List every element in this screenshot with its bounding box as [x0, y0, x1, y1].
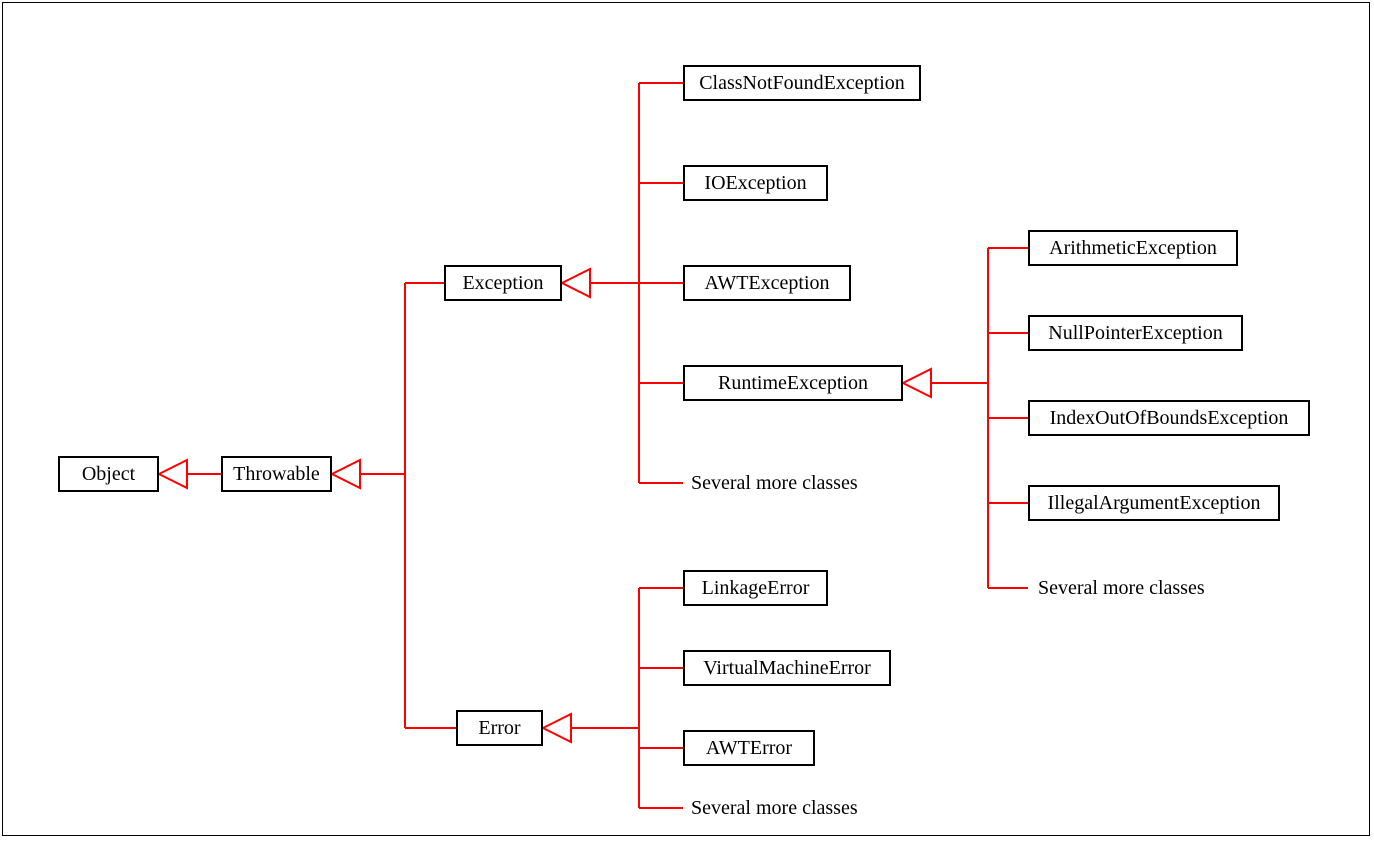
node-throwable: Throwable	[221, 456, 332, 492]
more-exception: Several more classes	[691, 472, 858, 495]
label-ioexception: IOException	[704, 172, 806, 195]
node-ioexception: IOException	[683, 165, 828, 201]
label-arithmetic: ArithmeticException	[1049, 237, 1217, 260]
label-throwable: Throwable	[233, 463, 320, 486]
node-virtualmachineerror: VirtualMachineError	[683, 650, 891, 686]
more-runtime: Several more classes	[1038, 577, 1205, 600]
label-error: Error	[478, 717, 520, 740]
node-illegalarg: IllegalArgumentException	[1028, 485, 1280, 521]
label-indexoob: IndexOutOfBoundsException	[1050, 407, 1289, 430]
node-runtimeexception: RuntimeException	[683, 365, 903, 401]
label-nullpointer: NullPointerException	[1048, 322, 1222, 345]
node-error: Error	[456, 710, 543, 746]
node-arithmetic: ArithmeticException	[1028, 230, 1238, 266]
label-illegalarg: IllegalArgumentException	[1048, 492, 1261, 515]
node-classnotfound: ClassNotFoundException	[683, 65, 921, 101]
label-linkageerror: LinkageError	[702, 577, 810, 600]
diagram-frame: Object Throwable Exception Error ClassNo…	[2, 2, 1370, 836]
label-awtexception: AWTException	[704, 272, 829, 295]
label-object: Object	[82, 463, 135, 486]
node-awtexception: AWTException	[683, 265, 851, 301]
more-error: Several more classes	[691, 797, 858, 820]
node-nullpointer: NullPointerException	[1028, 315, 1243, 351]
label-virtualmachineerror: VirtualMachineError	[703, 657, 871, 680]
node-indexoob: IndexOutOfBoundsException	[1028, 400, 1310, 436]
label-awterror: AWTError	[706, 737, 792, 760]
node-object: Object	[58, 456, 159, 492]
label-classnotfound: ClassNotFoundException	[699, 72, 905, 95]
label-exception: Exception	[462, 272, 543, 295]
node-linkageerror: LinkageError	[683, 570, 828, 606]
label-runtimeexception: RuntimeException	[718, 372, 868, 395]
node-exception: Exception	[444, 265, 562, 301]
node-awterror: AWTError	[683, 730, 815, 766]
